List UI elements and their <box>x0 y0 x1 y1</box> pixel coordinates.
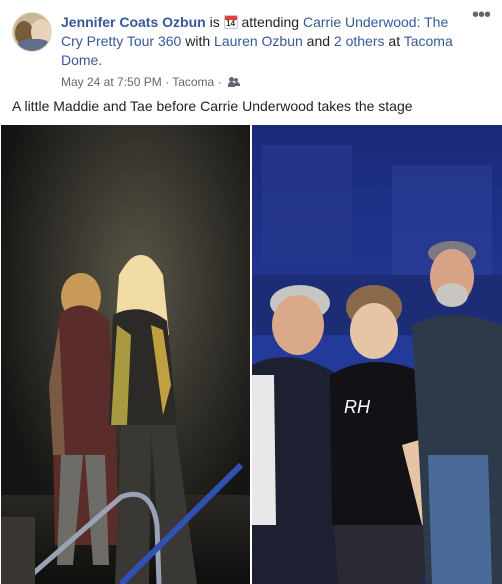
photo-stage[interactable] <box>1 125 250 584</box>
post-headline: Jennifer Coats Ozbun is 14 attending Car… <box>61 13 461 70</box>
author-name-link[interactable]: Jennifer Coats Ozbun <box>61 14 206 30</box>
profile-avatar[interactable] <box>12 12 52 52</box>
activity-text: attending <box>241 14 300 30</box>
tagged-person-link[interactable]: Lauren Ozbun <box>214 33 303 49</box>
photo-grid: RH <box>0 125 502 584</box>
svg-text:RH: RH <box>344 397 371 417</box>
others-link[interactable]: 2 others <box>334 33 385 49</box>
post-caption: A little Maddie and Tae before Carrie Un… <box>12 98 413 114</box>
post-header: Jennifer Coats Ozbun is 14 attending Car… <box>0 0 502 96</box>
with-text: with <box>185 33 211 49</box>
verb-text: is <box>209 14 220 30</box>
stage-photo-image <box>1 125 250 584</box>
post-meta: May 24 at 7:50 PM · Tacoma · <box>61 74 240 90</box>
avatar-shoulders <box>17 39 51 51</box>
post-card: Jennifer Coats Ozbun is 14 attending Car… <box>0 0 502 584</box>
meta-separator: · <box>165 75 170 89</box>
at-text: at <box>388 33 401 49</box>
meta-separator-2: · <box>217 75 222 89</box>
more-options-icon[interactable]: ••• <box>470 5 492 32</box>
and-text: and <box>306 33 331 49</box>
calendar-icon: 14 <box>223 15 238 29</box>
timestamp-link[interactable]: May 24 at 7:50 PM <box>61 75 162 89</box>
photo-group[interactable]: RH <box>252 125 502 584</box>
group-photo-image: RH <box>252 125 502 584</box>
friends-icon[interactable] <box>227 77 240 87</box>
location-link[interactable]: Tacoma <box>172 75 214 89</box>
